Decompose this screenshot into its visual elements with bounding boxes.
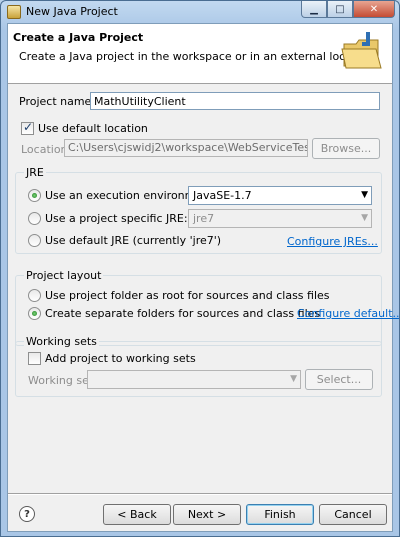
add-to-working-sets-label: Add project to working sets <box>45 352 196 365</box>
window-controls: ▁ □ ✕ <box>301 1 395 18</box>
select-working-sets-button[interactable]: Select... <box>305 369 373 390</box>
maximize-button[interactable]: □ <box>327 1 353 18</box>
use-default-location-checkbox[interactable] <box>21 120 34 135</box>
project-name-input[interactable] <box>90 92 380 110</box>
execution-env-value: JavaSE-1.7 <box>193 189 252 202</box>
default-jre-label: Use default JRE (currently 'jre7') <box>45 234 222 247</box>
back-button[interactable]: < Back <box>103 504 171 525</box>
help-icon[interactable]: ? <box>19 506 35 522</box>
java-project-icon <box>7 5 21 19</box>
project-name-label: Project name: <box>19 95 96 108</box>
dropdown-arrow-icon: ▼ <box>361 190 368 200</box>
project-root-label: Use project folder as root for sources a… <box>45 289 330 302</box>
location-input[interactable]: C:\Users\cjswidj2\workspace\WebServiceTe… <box>64 139 308 157</box>
wizard-header: Create a Java Project Create a Java proj… <box>8 24 392 84</box>
dialog-window: New Java Project ▁ □ ✕ Create a Java Pro… <box>0 0 400 537</box>
page-title: Create a Java Project <box>13 31 144 44</box>
title-bar[interactable]: New Java Project ▁ □ ✕ <box>1 1 399 23</box>
jre-group-title: JRE <box>24 166 46 179</box>
project-specific-radio[interactable] <box>28 212 41 225</box>
minimize-button[interactable]: ▁ <box>301 1 327 18</box>
page-description: Create a Java project in the workspace o… <box>19 50 377 63</box>
next-button[interactable]: Next > <box>173 504 241 525</box>
add-to-working-sets-checkbox[interactable] <box>28 352 41 365</box>
finish-button[interactable]: Finish <box>246 504 314 525</box>
use-default-location-label: Use default location <box>38 122 148 135</box>
default-jre-radio[interactable] <box>28 234 41 247</box>
dropdown-arrow-icon: ▼ <box>290 374 297 384</box>
execution-env-radio[interactable] <box>28 189 41 202</box>
close-button[interactable]: ✕ <box>353 1 395 18</box>
new-java-project-folder-icon <box>341 32 382 69</box>
cancel-button[interactable]: Cancel <box>319 504 387 525</box>
working-sets-select[interactable]: ▼ <box>87 370 301 389</box>
separate-folders-label: Create separate folders for sources and … <box>45 307 321 320</box>
project-layout-group-title: Project layout <box>24 269 104 282</box>
configure-jres-link[interactable]: Configure JREs... <box>287 235 378 248</box>
configure-default-link[interactable]: Configure default... <box>297 307 399 320</box>
dialog-client-area: Create a Java Project Create a Java proj… <box>7 23 399 532</box>
project-root-radio[interactable] <box>28 289 41 302</box>
project-specific-value: jre7 <box>193 212 215 225</box>
dropdown-arrow-icon: ▼ <box>361 213 368 223</box>
separate-folders-radio[interactable] <box>28 307 41 320</box>
window-title: New Java Project <box>26 5 118 18</box>
execution-env-select[interactable]: JavaSE-1.7 ▼ <box>188 186 372 205</box>
working-sets-group-title: Working sets <box>24 335 99 348</box>
project-specific-label: Use a project specific JRE: <box>45 212 188 225</box>
project-specific-select[interactable]: jre7 ▼ <box>188 209 372 228</box>
browse-button[interactable]: Browse... <box>312 138 380 159</box>
footer-separator <box>8 493 392 495</box>
